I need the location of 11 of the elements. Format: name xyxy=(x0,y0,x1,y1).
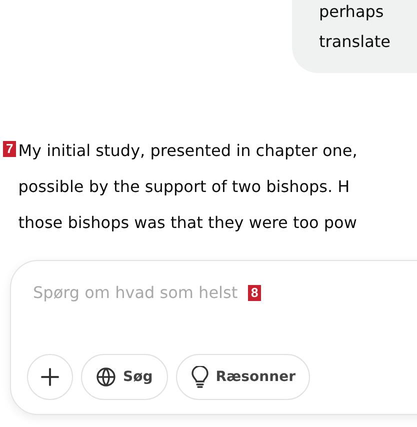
search-button[interactable]: Søg xyxy=(81,354,168,400)
add-button[interactable] xyxy=(27,354,73,400)
reason-button[interactable]: Ræsonner xyxy=(176,354,310,400)
globe-icon xyxy=(96,367,116,387)
marker-badge: 7 xyxy=(3,141,16,157)
message-paragraph: My initial study, presented in chapter one, possible by the support of two bishops. H those bishops was that they were too pow xyxy=(18,140,358,234)
plus-icon xyxy=(40,367,60,387)
message-bubble: perhaps translate xyxy=(292,0,417,73)
marker-badge: 8 xyxy=(248,284,262,300)
message-input[interactable]: Spørg om hvad som helst xyxy=(33,283,245,302)
lightbulb-icon xyxy=(190,366,209,388)
